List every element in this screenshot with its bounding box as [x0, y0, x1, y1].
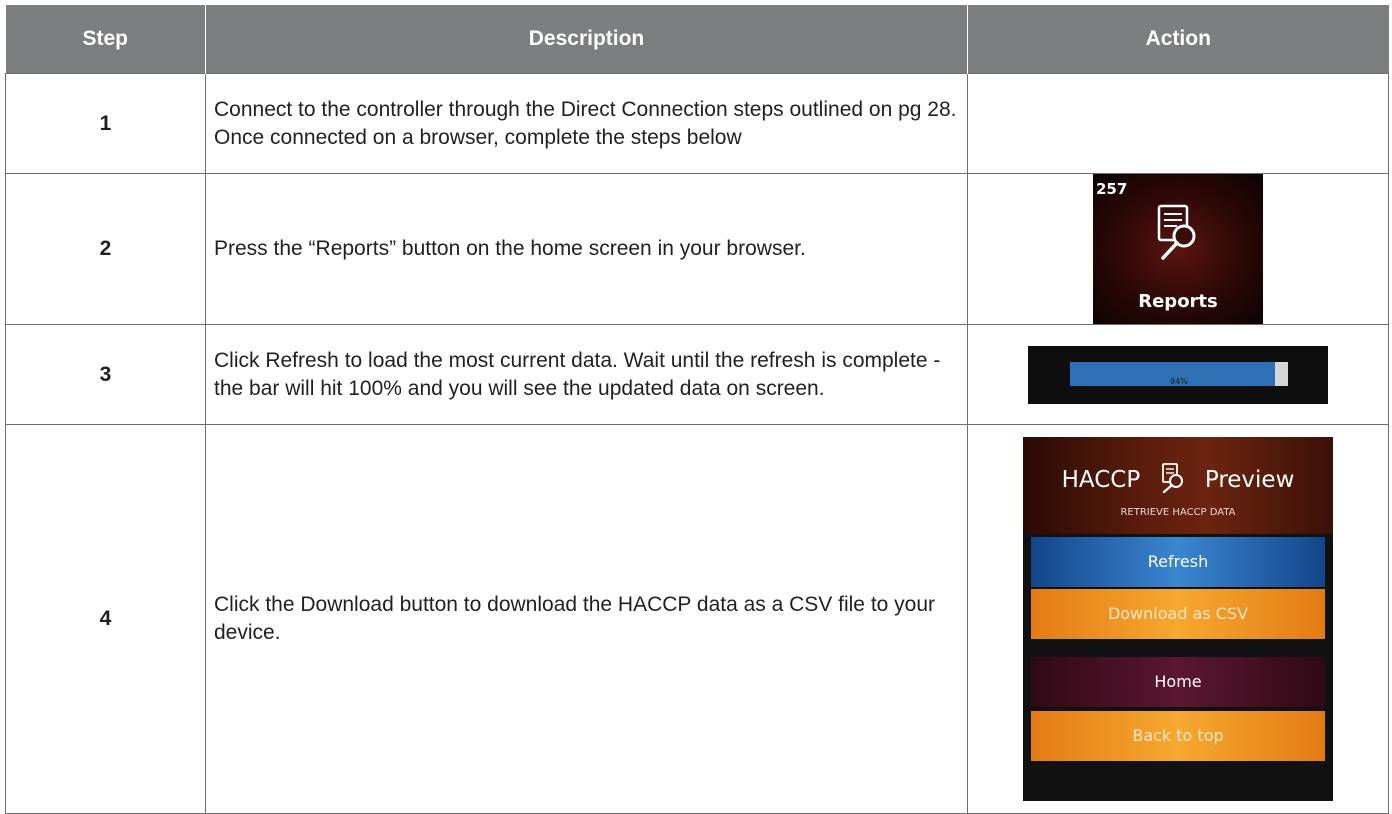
table-row: 2 Press the “Reports” button on the home… — [5, 173, 1389, 325]
reports-button-image: 257 Reports — [1093, 174, 1263, 324]
home-button[interactable]: Home — [1031, 657, 1325, 707]
step-description: Connect to the controller through the Di… — [205, 73, 968, 174]
header-description: Description — [205, 5, 968, 74]
step-description: Press the “Reports” button on the home s… — [205, 173, 968, 325]
header-action: Action — [967, 5, 1389, 74]
step-description: Click Refresh to load the most current d… — [205, 324, 968, 425]
report-search-icon — [1157, 204, 1196, 260]
step-number: 2 — [5, 173, 206, 325]
progress-bar: 94% — [1070, 361, 1288, 386]
refresh-button[interactable]: Refresh — [1031, 537, 1325, 587]
haccp-preview-image: HACCP Preview RETRIEVE HACCP DATA Refres… — [1023, 437, 1333, 801]
refresh-progress-image: 94% — [1028, 345, 1328, 404]
step-action: 94% — [967, 324, 1389, 425]
step-number: 3 — [5, 324, 206, 425]
haccp-subtitle: RETRIEVE HACCP DATA — [1120, 507, 1236, 518]
step-description: Click the Download button to download th… — [205, 424, 968, 814]
report-search-icon — [1161, 463, 1183, 493]
haccp-title-right: Preview — [1204, 467, 1295, 493]
haccp-title-left: HACCP — [1061, 467, 1141, 493]
header-step: Step — [5, 5, 206, 74]
table-row: 1 Connect to the controller through the … — [5, 73, 1389, 174]
download-csv-button[interactable]: Download as CSV — [1031, 589, 1325, 639]
step-action: HACCP Preview RETRIEVE HACCP DATA Refres… — [967, 424, 1389, 814]
reports-count: 257 — [1096, 180, 1128, 198]
step-action: 257 Reports — [967, 173, 1389, 325]
table-row: 3 Click Refresh to load the most current… — [5, 324, 1389, 425]
header-row: Step Description Action — [5, 5, 1389, 74]
step-number: 4 — [5, 424, 206, 814]
haccp-header: HACCP Preview RETRIEVE HACCP DATA — [1023, 437, 1333, 534]
step-action-empty — [967, 73, 1389, 174]
haccp-title: HACCP Preview — [1023, 463, 1333, 494]
step-number: 1 — [5, 73, 206, 174]
table-row: 4 Click the Download button to download … — [5, 424, 1389, 814]
progress-text: 94% — [1170, 376, 1188, 386]
steps-table: Step Description Action 1 Connect to the… — [5, 5, 1389, 814]
reports-label: Reports — [1138, 291, 1218, 312]
back-to-top-button[interactable]: Back to top — [1031, 711, 1325, 761]
